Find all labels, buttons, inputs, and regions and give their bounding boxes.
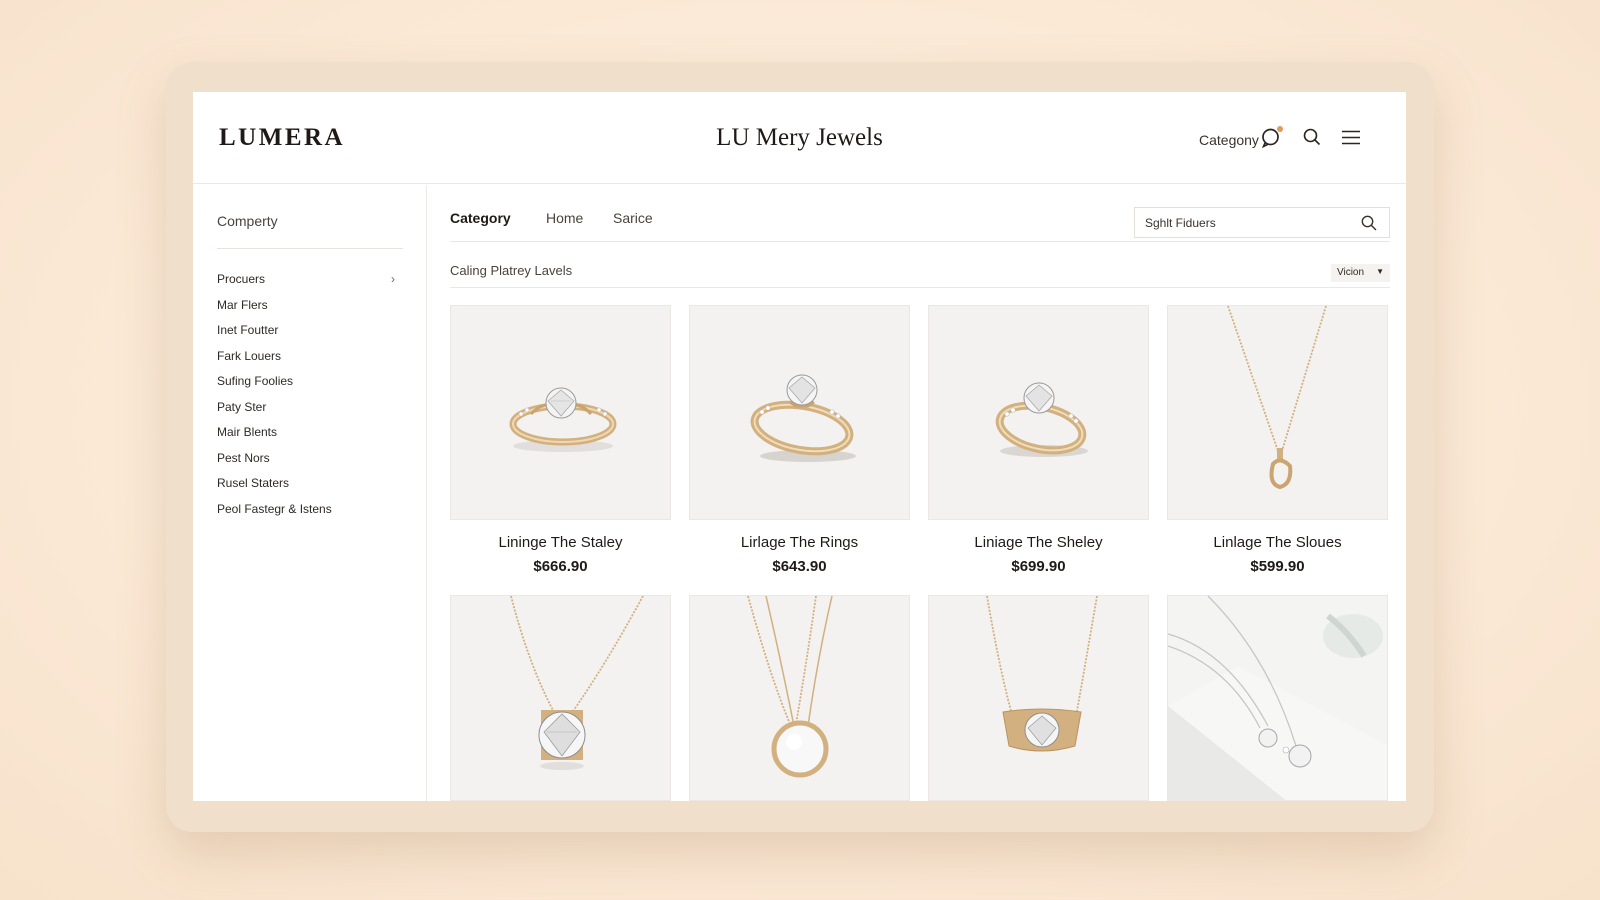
shop-window: LUMERA LU Mery Jewels Categony Comperty … (193, 92, 1406, 801)
header-category-link[interactable]: Categony (1199, 132, 1259, 148)
product-price: $666.90 (533, 558, 588, 575)
product-name[interactable]: Liniage The Sheley (928, 534, 1149, 551)
sidebar-item[interactable]: Paty Ster (217, 399, 403, 425)
tab-home[interactable]: Home (546, 210, 583, 226)
product-image-pendant-necklace[interactable] (1167, 305, 1388, 520)
product-name[interactable]: Lininge The Staley (450, 534, 671, 551)
sidebar-item-label: Procuers (217, 272, 266, 286)
product-card[interactable] (1167, 595, 1388, 801)
product-card[interactable] (450, 595, 671, 801)
product-price: $643.90 (772, 558, 827, 575)
sidebar-item-label: Sufing Foolies (217, 374, 294, 388)
sidebar-item[interactable]: Pest Nors (217, 450, 403, 476)
product-name[interactable]: Lirlage The Rings (689, 534, 910, 551)
sidebar-item[interactable]: Peol Fastegr & Istens (217, 501, 403, 527)
product-card[interactable] (689, 595, 910, 801)
menu-icon[interactable] (1342, 130, 1360, 145)
product-price: $699.90 (1011, 558, 1066, 575)
product-card[interactable]: Lininge The Staley $666.90 (450, 305, 671, 575)
tab-category[interactable]: Category (450, 210, 511, 226)
sidebar-item-label: Pest Nors (217, 450, 270, 465)
sidebar-title: Comperty (217, 213, 278, 229)
view-select[interactable]: Vicion ▼ (1331, 264, 1390, 282)
chat-icon[interactable] (1261, 126, 1283, 148)
product-price: $599.90 (1250, 558, 1305, 575)
tabs-divider (450, 241, 1390, 242)
tab-sarice[interactable]: Sarice (613, 210, 653, 226)
caret-down-icon: ▼ (1376, 267, 1384, 276)
listing-divider (450, 287, 1390, 288)
sidebar-item-label: Peol Fastegr & Istens (217, 501, 332, 516)
sidebar-item-label: Paty Ster (217, 399, 267, 414)
sidebar-list: Procuers › Mar Flers Inet Foutter Fark Lo… (217, 271, 403, 526)
product-image-double-diamond-necklace[interactable] (1167, 595, 1388, 801)
notification-dot (1277, 126, 1283, 132)
listing-subheading: Caling Platrey Lavels (450, 263, 573, 278)
product-card[interactable] (928, 595, 1149, 801)
sidebar-divider (217, 248, 403, 249)
chevron-right-icon: › (391, 272, 395, 286)
sidebar-item-label: Mar Flers (217, 297, 268, 312)
sidebar-item[interactable]: Fark Louers (217, 348, 403, 374)
sidebar-item-label: Fark Louers (217, 348, 282, 363)
product-image-ring[interactable] (689, 305, 910, 520)
product-image-diamond-pendant-necklace[interactable] (450, 595, 671, 801)
sidebar-item[interactable]: Sufing Foolies (217, 373, 403, 399)
search-input[interactable] (1145, 215, 1345, 231)
sidebar-item[interactable]: Mar Flers (217, 297, 403, 323)
sidebar-item-label: Inet Foutter (217, 323, 279, 337)
sidebar-item[interactable]: Procuers › (217, 271, 403, 297)
product-image-gold-bar-diamond-necklace[interactable] (928, 595, 1149, 801)
top-bar: LUMERA LU Mery Jewels Categony (193, 92, 1406, 184)
sidebar-item-label: Mair Blents (217, 425, 278, 439)
product-search (1134, 207, 1390, 238)
product-image-ring[interactable] (450, 305, 671, 520)
view-select-value: Vicion (1337, 267, 1365, 278)
sidebar-item[interactable]: Mair Blents (217, 424, 403, 450)
product-card[interactable]: Lirlage The Rings $643.90 (689, 305, 910, 575)
product-image-pearl-pendant-necklace[interactable] (689, 595, 910, 801)
product-card[interactable]: Linlage The Sloues $599.90 (1167, 305, 1388, 575)
sidebar-item[interactable]: Inet Foutter (217, 322, 403, 348)
sidebar-item-label: Rusel Staters (217, 476, 290, 490)
product-card[interactable]: Liniage The Sheley $699.90 (928, 305, 1149, 575)
sidebar-item[interactable]: Rusel Staters (217, 475, 403, 501)
product-image-ring[interactable] (928, 305, 1149, 520)
search-icon[interactable] (1303, 128, 1321, 146)
product-name[interactable]: Linlage The Sloues (1167, 534, 1388, 551)
search-icon[interactable] (1361, 215, 1377, 231)
